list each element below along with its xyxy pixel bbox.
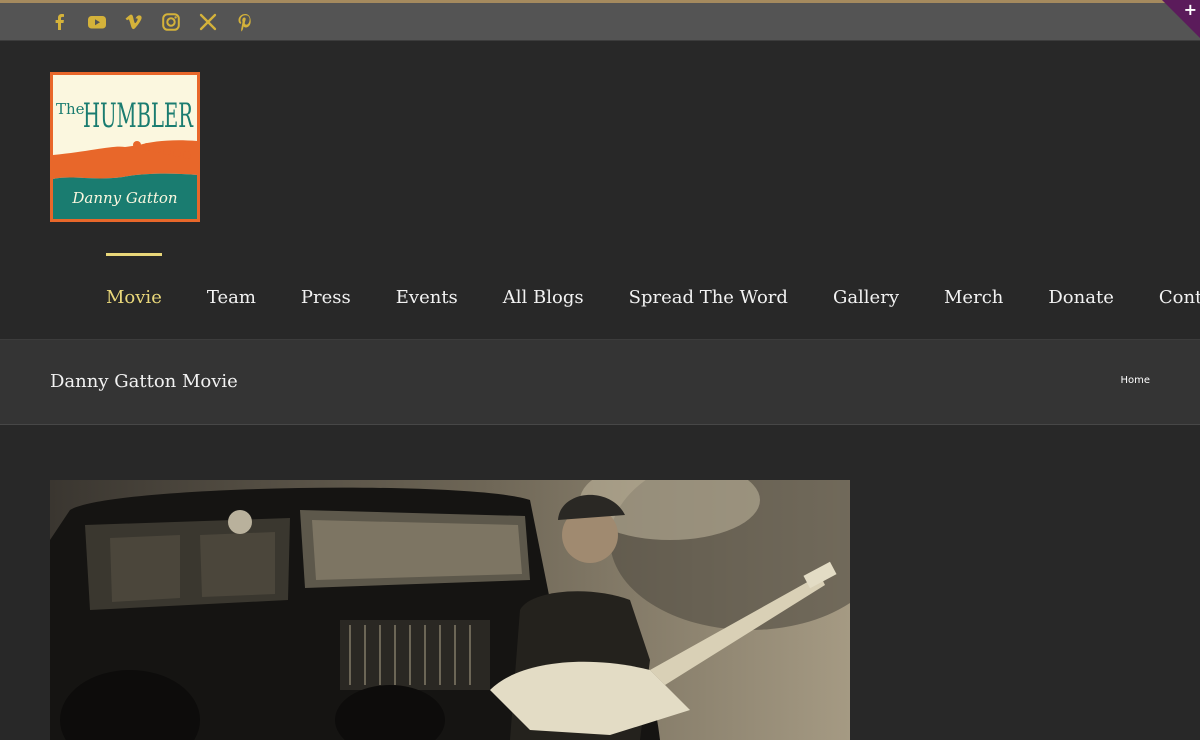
nav-item-label: Donate xyxy=(1048,287,1114,308)
nav-item-movie[interactable]: Movie xyxy=(106,253,162,308)
nav-item-label: Gallery xyxy=(832,287,899,308)
vimeo-icon[interactable] xyxy=(124,12,144,32)
nav-item-team[interactable]: Team xyxy=(207,287,256,308)
nav-item-label: Movie xyxy=(106,287,162,308)
page-title-bar: Danny Gatton Movie Home xyxy=(0,340,1200,425)
nav-item-label: Contact xyxy=(1158,287,1200,308)
logo-title-text: HUMBLER xyxy=(83,96,194,136)
site-header: The HUMBLER Danny Gatton Movie Team Pres… xyxy=(0,41,1200,340)
nav-active-indicator xyxy=(106,253,162,256)
featured-photo xyxy=(50,480,850,740)
x-icon[interactable] xyxy=(198,12,218,32)
main-nav: Movie Team Press Events All Blogs Spread… xyxy=(106,253,1200,308)
nav-item-label: All Blogs xyxy=(502,287,584,308)
logo-subtitle-text: Danny Gatton xyxy=(71,189,177,207)
nav-item-label: Merch xyxy=(944,287,1004,308)
instagram-icon[interactable] xyxy=(161,12,181,32)
nav-item-gallery[interactable]: Gallery xyxy=(833,287,899,308)
nav-item-spread-the-word[interactable]: Spread The Word xyxy=(629,287,788,308)
nav-item-label: Spread The Word xyxy=(628,287,788,308)
nav-item-label: Press xyxy=(300,287,351,308)
nav-item-label: Events xyxy=(395,287,458,308)
corner-plus-icon[interactable]: + xyxy=(1184,0,1197,20)
page-title: Danny Gatton Movie xyxy=(50,371,238,392)
nav-item-label: Team xyxy=(206,287,256,308)
facebook-icon[interactable] xyxy=(50,12,70,32)
youtube-icon[interactable] xyxy=(87,12,107,32)
top-bar xyxy=(0,3,1200,41)
site-logo[interactable]: The HUMBLER Danny Gatton xyxy=(50,72,200,222)
nav-item-events[interactable]: Events xyxy=(396,287,458,308)
nav-item-merch[interactable]: Merch xyxy=(944,287,1003,308)
nav-item-all-blogs[interactable]: All Blogs xyxy=(503,287,584,308)
pinterest-icon[interactable] xyxy=(235,12,255,32)
nav-item-donate[interactable]: Donate xyxy=(1048,287,1113,308)
breadcrumb-home-link[interactable]: Home xyxy=(1120,375,1150,386)
nav-item-press[interactable]: Press xyxy=(301,287,351,308)
nav-item-contact[interactable]: Contact xyxy=(1159,287,1200,308)
social-links xyxy=(50,12,255,32)
logo-the-text: The xyxy=(56,100,85,118)
